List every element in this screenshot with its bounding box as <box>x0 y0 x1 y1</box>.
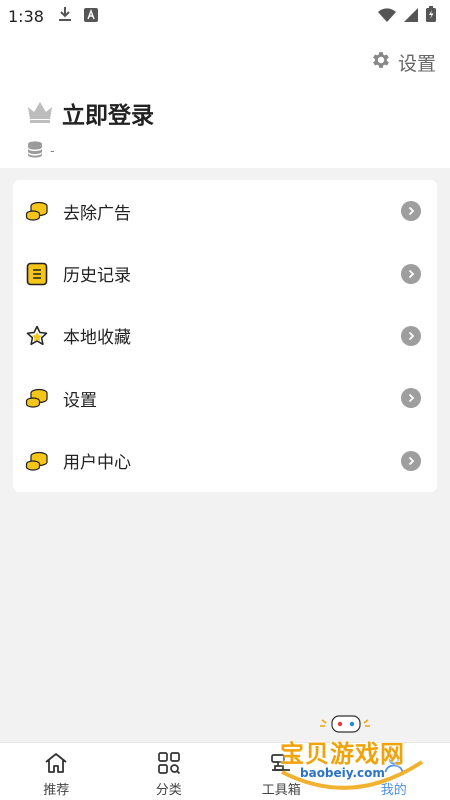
chevron-right-icon <box>401 263 421 284</box>
bottom-nav: 推荐 分类 工具箱 我的 <box>0 742 450 800</box>
gear-icon <box>370 49 392 75</box>
coins-icon <box>25 199 49 223</box>
gamepad-icon <box>320 715 370 733</box>
menu-card: 去除广告 历史记录 本地收藏 设置 用户中心 <box>13 180 437 492</box>
top-settings-button[interactable]: 设置 <box>370 48 436 76</box>
database-icon <box>26 140 44 162</box>
menu-label-settings: 设置 <box>63 390 97 411</box>
status-time: 1:38 <box>8 6 44 26</box>
tab-toolbox[interactable]: 工具箱 <box>225 743 338 800</box>
tab-label: 工具箱 <box>261 783 301 798</box>
crown-icon <box>26 99 54 127</box>
status-bar: 1:38 <box>0 0 450 32</box>
login-button[interactable]: 立即登录 <box>26 96 154 130</box>
login-label: 立即登录 <box>62 103 154 129</box>
coin-balance: - <box>26 140 55 162</box>
download-icon <box>58 6 72 26</box>
tab-recommend[interactable]: 推荐 <box>0 743 113 800</box>
menu-item-remove-ads[interactable]: 去除广告 <box>13 180 437 242</box>
status-right <box>378 6 436 26</box>
menu-item-history[interactable]: 历史记录 <box>13 242 437 304</box>
profile-icon <box>381 750 407 776</box>
toolbox-icon <box>268 750 294 776</box>
history-list-icon <box>25 262 49 286</box>
chevron-right-icon <box>401 388 421 409</box>
wifi-icon <box>378 7 396 26</box>
category-icon <box>156 750 182 776</box>
signal-icon <box>404 7 418 26</box>
tab-mine[interactable]: 我的 <box>338 743 450 800</box>
chevron-right-icon <box>401 325 421 346</box>
star-icon <box>25 324 49 348</box>
menu-item-favorites[interactable]: 本地收藏 <box>13 305 437 367</box>
menu-label-history: 历史记录 <box>63 266 131 287</box>
top-settings-label: 设置 <box>397 52 436 75</box>
menu-item-settings[interactable]: 设置 <box>13 367 437 429</box>
chevron-right-icon <box>401 450 421 471</box>
tab-label: 我的 <box>380 783 407 798</box>
home-icon <box>43 750 69 776</box>
chevron-right-icon <box>401 201 421 222</box>
tab-label: 分类 <box>155 783 182 798</box>
tab-category[interactable]: 分类 <box>113 743 226 800</box>
menu-label-remove-ads: 去除广告 <box>63 203 131 224</box>
menu-label-user-center: 用户中心 <box>63 453 131 474</box>
a-badge-icon <box>83 7 98 26</box>
coins-icon <box>25 386 49 410</box>
coin-value: - <box>50 143 55 159</box>
tab-label: 推荐 <box>43 783 70 798</box>
coins-icon <box>25 449 49 473</box>
menu-item-user-center[interactable]: 用户中心 <box>13 430 437 492</box>
battery-icon <box>426 6 436 26</box>
menu-label-favorites: 本地收藏 <box>63 328 131 349</box>
